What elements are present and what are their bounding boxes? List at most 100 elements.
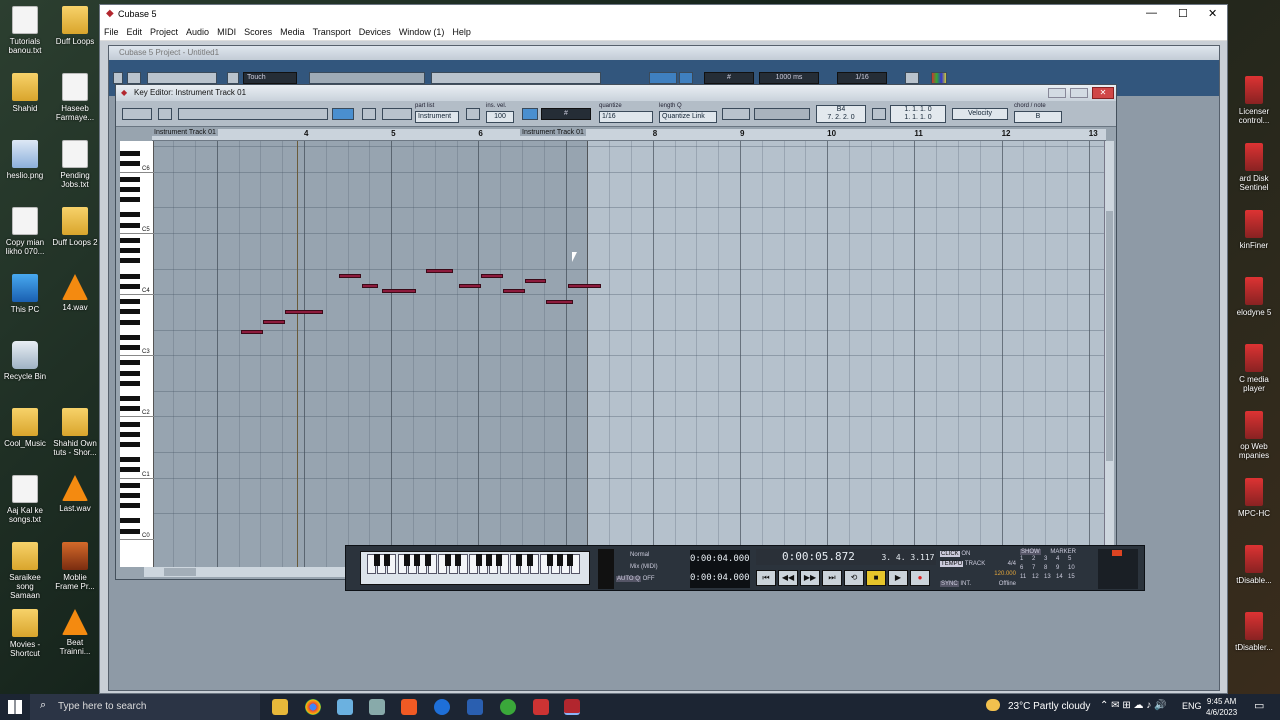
midi-note[interactable] — [426, 269, 454, 273]
close-button[interactable]: ✕ — [1208, 7, 1217, 20]
midi-note[interactable] — [481, 274, 503, 279]
project-cursor[interactable] — [297, 141, 298, 567]
vertical-scrollbar[interactable] — [1104, 141, 1114, 561]
scroll-thumb[interactable] — [164, 568, 196, 576]
piano-black-key[interactable] — [120, 518, 140, 524]
menu-item[interactable]: Help — [448, 24, 475, 41]
desktop-icon[interactable]: Licenser control... — [1228, 76, 1280, 125]
menu-item[interactable]: Scores — [240, 24, 276, 41]
desktop-icon[interactable]: Tutorials banou.txt — [1, 6, 49, 55]
menu-item[interactable]: MIDI — [213, 24, 240, 41]
piano-black-key[interactable] — [120, 457, 140, 463]
menu-item[interactable]: Media — [276, 24, 309, 41]
insert-velocity-icon[interactable] — [466, 108, 480, 120]
virtual-black-key[interactable] — [557, 554, 564, 566]
app-icon-3[interactable] — [500, 699, 516, 715]
language-indicator[interactable]: ENG — [1182, 701, 1202, 711]
rewind-button[interactable]: ◀◀ — [778, 570, 798, 586]
desktop-icon[interactable]: Copy mian likho 070... — [1, 207, 49, 256]
piano-black-key[interactable] — [120, 441, 140, 447]
menu-item[interactable]: File — [100, 24, 123, 41]
desktop-icon[interactable]: Pending Jobs.txt — [51, 140, 99, 189]
system-tray-icons[interactable]: ⌃ ✉ ⊞ ☁ ♪ 🔊 — [1100, 700, 1166, 711]
auto-select-button[interactable] — [332, 108, 354, 120]
midi-note[interactable] — [241, 330, 263, 335]
marker-button[interactable]: 4 — [1056, 555, 1068, 564]
marker-button[interactable]: 6 — [1020, 564, 1032, 573]
marker-button[interactable]: 14 — [1056, 573, 1068, 582]
clock[interactable]: 9:45 AM 4/6/2023 — [1206, 696, 1237, 718]
left-locator[interactable]: 0:00:04.000 — [690, 550, 750, 569]
virtual-black-key[interactable] — [526, 554, 533, 566]
desktop-icon[interactable]: Saraikee song Samaan — [1, 542, 49, 600]
piano-black-key[interactable] — [120, 248, 140, 254]
info-button[interactable] — [158, 108, 172, 120]
piano-black-key[interactable] — [120, 186, 140, 192]
midi-note[interactable] — [263, 320, 285, 324]
constrain-delay-button[interactable] — [127, 72, 141, 84]
automation-mode-select[interactable]: Touch — [243, 72, 297, 84]
virtual-black-key[interactable] — [444, 554, 451, 566]
piano-black-key[interactable] — [120, 334, 140, 340]
brave-icon[interactable] — [401, 699, 417, 715]
settings-icon[interactable] — [369, 699, 385, 715]
piano-black-key[interactable] — [120, 396, 140, 401]
quantize-select[interactable]: 1/16 — [837, 72, 887, 84]
desktop-icon[interactable]: Duff Loops — [51, 6, 99, 46]
window-layout-button[interactable] — [905, 72, 919, 84]
colorize-button[interactable] — [931, 72, 947, 84]
cubase-taskbar-icon[interactable] — [564, 699, 580, 715]
desktop-icon[interactable]: Movies - Shortcut — [1, 609, 49, 658]
desktop-icon[interactable]: heslio.png — [1, 140, 49, 180]
virtual-black-key[interactable] — [567, 554, 574, 566]
desktop-icon[interactable]: Shahid Own tuts - Shor... — [51, 408, 99, 457]
marker-button[interactable]: 1 — [1020, 555, 1032, 564]
restore-button[interactable] — [1070, 88, 1088, 98]
stop-button[interactable]: ■ — [866, 570, 886, 586]
record-mode[interactable]: Normal — [616, 549, 670, 561]
chrome-icon[interactable] — [305, 699, 321, 715]
piano-black-key[interactable] — [120, 309, 140, 315]
virtual-black-key[interactable] — [373, 554, 380, 566]
desktop-icon[interactable]: Aaj Kal ke songs.txt — [1, 475, 49, 524]
weather-text[interactable]: 23°C Partly cloudy — [1008, 701, 1090, 712]
desktop-icon[interactable]: Shahid — [1, 73, 49, 113]
forward-button[interactable]: ▶▶ — [800, 570, 820, 586]
tempo-button[interactable]: TEMPO — [940, 561, 964, 567]
marker-button[interactable]: 11 — [1020, 573, 1032, 582]
desktop-icon[interactable]: ard Disk Sentinel — [1228, 143, 1280, 192]
length-quantize-select[interactable]: Quantize Link — [659, 111, 717, 123]
step-input-group[interactable] — [722, 108, 750, 120]
controller-lane-select[interactable]: Velocity — [952, 108, 1008, 120]
midi-note[interactable] — [524, 279, 547, 284]
desktop-icon[interactable]: 14.wav — [51, 274, 99, 312]
desktop-icon[interactable]: Moblie Frame Pr... — [51, 542, 99, 591]
virtual-black-key[interactable] — [383, 554, 390, 566]
midi-note[interactable] — [546, 299, 574, 304]
notepad-icon[interactable] — [337, 699, 353, 715]
desktop-icon[interactable]: Cool_Music — [1, 408, 49, 448]
marker-button[interactable]: 15 — [1068, 573, 1080, 582]
go-to-start-button[interactable]: ⏮ — [756, 570, 776, 586]
desktop-icon[interactable]: tDisable... — [1228, 545, 1280, 585]
desktop-icon[interactable]: Haseeb Farmaye... — [51, 73, 99, 122]
marker-button[interactable]: 5 — [1068, 555, 1080, 564]
virtual-black-key[interactable] — [404, 554, 411, 566]
desktop-icon[interactable]: tDisabler... — [1228, 612, 1280, 652]
piano-black-key[interactable] — [120, 237, 140, 243]
piano-black-key[interactable] — [120, 406, 140, 412]
piano-black-key[interactable] — [120, 258, 140, 264]
piano-black-key[interactable] — [120, 528, 140, 534]
automation-icon[interactable] — [227, 72, 239, 84]
desktop-icon[interactable]: Last.wav — [51, 475, 99, 513]
click-button[interactable]: CLICK — [940, 551, 960, 557]
virtual-black-key[interactable] — [516, 554, 523, 566]
midi-note[interactable] — [361, 284, 379, 289]
sync-button[interactable]: SYNC — [940, 581, 959, 587]
piano-black-key[interactable] — [120, 197, 140, 203]
midi-note[interactable] — [568, 284, 602, 289]
marker-button[interactable]: 7 — [1032, 564, 1044, 573]
marker-button[interactable]: 12 — [1032, 573, 1044, 582]
piano-black-key[interactable] — [120, 360, 140, 366]
nudge-select[interactable]: 1000 ms — [759, 72, 819, 84]
